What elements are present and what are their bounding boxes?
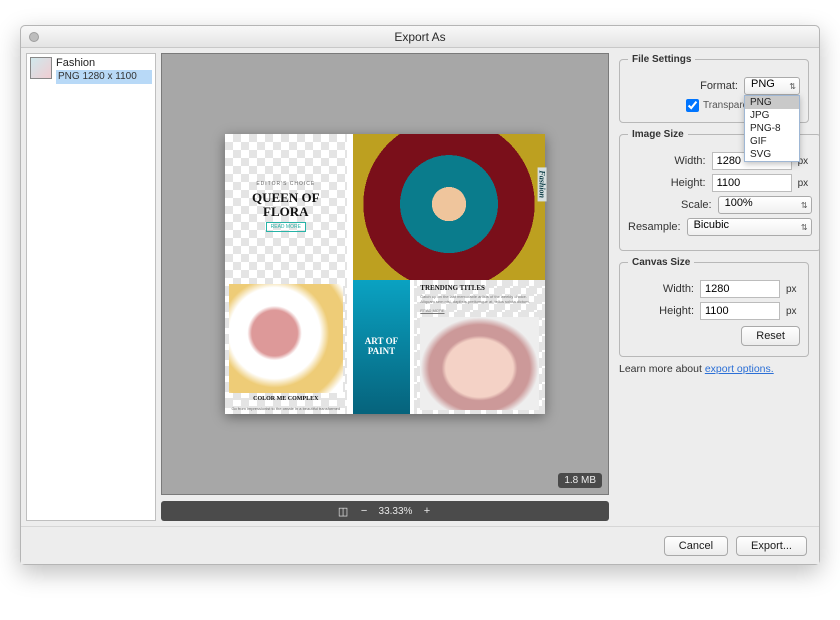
art-tile-trending-title: TRENDING TITLES [414, 280, 545, 292]
export-as-dialog: Export As Fashion PNG 1280 x 1100 EDITOR… [20, 25, 820, 565]
format-dropdown[interactable]: PNG JPG PNG-8 GIF SVG [744, 95, 800, 162]
learn-link[interactable]: export options. [705, 363, 774, 375]
image-scale-select[interactable]: 100% [718, 196, 812, 214]
unit-px: px [786, 284, 800, 295]
format-select-wrap[interactable]: PNG ⇅ PNG JPG PNG-8 GIF SVG [744, 77, 800, 95]
art-tile-trending: TRENDING TITLES Catch up on the last mem… [410, 280, 545, 414]
file-settings-legend: File Settings [628, 54, 695, 65]
export-button[interactable]: Export... [736, 536, 807, 556]
art-tile-color-image [229, 284, 343, 393]
art-side-label: Fashion [538, 167, 547, 201]
window-title: Export As [21, 30, 819, 44]
unit-px: px [786, 306, 800, 317]
format-option-png[interactable]: PNG [745, 96, 799, 109]
preview-canvas[interactable]: EDITOR'S CHOICE QUEEN OF FLORA READ MORE… [161, 53, 609, 495]
canvas-tool-icon[interactable]: ◫ [337, 505, 350, 518]
preview-artwork: EDITOR'S CHOICE QUEEN OF FLORA READ MORE… [225, 134, 545, 414]
asset-thumb [30, 57, 52, 79]
learn-prefix: Learn more about [619, 363, 705, 375]
image-height-label: Height: [671, 177, 706, 189]
canvas-height-row: Height: px [628, 302, 800, 320]
image-scale-label: Scale: [681, 199, 712, 211]
format-option-gif[interactable]: GIF [745, 135, 799, 148]
format-row: Format: PNG ⇅ PNG JPG PNG-8 GIF SVG [628, 77, 800, 95]
art-hero-title: QUEEN OF FLORA [231, 191, 341, 218]
canvas-height-input[interactable] [700, 302, 780, 320]
image-resample-row: Resample: Bicubic ⇅ [628, 218, 812, 236]
art-tile-trending-cta: READ MORE [414, 306, 545, 315]
format-option-png8[interactable]: PNG-8 [745, 122, 799, 135]
format-label: Format: [700, 80, 738, 92]
image-height-row: Height: px [628, 174, 812, 192]
canvas-reset-row: Reset [628, 326, 800, 346]
asset-list: Fashion PNG 1280 x 1100 [26, 53, 156, 521]
art-hero-cta: READ MORE [266, 222, 306, 232]
art-tile-trending-face [420, 317, 539, 410]
titlebar[interactable]: Export As [21, 26, 819, 48]
art-tile-color: COLOR ME COMPLEX Go from impressionist t… [225, 280, 347, 414]
image-resample-select[interactable]: Bicubic [687, 218, 812, 236]
art-tile-photo: Fashion [347, 134, 545, 280]
asset-format-line: PNG 1280 x 1100 [56, 70, 152, 84]
canvas-size-legend: Canvas Size [628, 257, 694, 268]
zoom-out-icon[interactable]: − [358, 505, 371, 518]
learn-more: Learn more about export options. [619, 363, 809, 375]
art-tile-color-title: COLOR ME COMPLEX [225, 393, 347, 406]
file-settings-group: File Settings Format: PNG ⇅ PNG JPG PNG-… [619, 54, 809, 123]
zoom-value[interactable]: 33.33% [379, 506, 413, 517]
image-height-input[interactable] [712, 174, 792, 192]
format-option-jpg[interactable]: JPG [745, 109, 799, 122]
preview-toolbar: ◫ − 33.33% + [161, 501, 609, 521]
image-scale-select-wrap[interactable]: 100% ⇅ [718, 196, 812, 214]
dialog-body: Fashion PNG 1280 x 1100 EDITOR'S CHOICE … [21, 48, 819, 526]
canvas-width-input[interactable] [700, 280, 780, 298]
zoom-in-icon[interactable]: + [420, 505, 433, 518]
asset-item[interactable]: Fashion PNG 1280 x 1100 [29, 56, 153, 85]
settings-panel: File Settings Format: PNG ⇅ PNG JPG PNG-… [609, 48, 819, 526]
preview-panel: EDITOR'S CHOICE QUEEN OF FLORA READ MORE… [161, 53, 609, 521]
canvas-width-label: Width: [663, 283, 694, 295]
art-tile-artofpaint: ART OF PAINT [353, 280, 411, 414]
art-tile-color-sub: Go from impressionist to the ornate in a… [225, 406, 347, 414]
transparency-checkbox[interactable] [686, 99, 699, 112]
art-tile-trending-copy: Catch up on the last memorable artists o… [414, 292, 545, 306]
image-width-label: Width: [674, 155, 705, 167]
image-scale-row: Scale: 100% ⇅ [628, 196, 812, 214]
asset-name: Fashion [56, 57, 152, 69]
art-tile-bottom-row: ART OF PAINT TRENDING TITLES Catch up on… [347, 280, 545, 414]
image-resample-select-wrap[interactable]: Bicubic ⇅ [687, 218, 812, 236]
canvas-height-label: Height: [659, 305, 694, 317]
image-resample-label: Resample: [628, 221, 681, 233]
filesize-badge: 1.8 MB [558, 473, 602, 488]
format-option-svg[interactable]: SVG [745, 148, 799, 161]
cancel-button[interactable]: Cancel [664, 536, 728, 556]
image-size-legend: Image Size [628, 129, 688, 140]
canvas-size-group: Canvas Size Width: px Height: px Reset [619, 257, 809, 357]
unit-px: px [798, 178, 812, 189]
dialog-footer: Cancel Export... [21, 526, 819, 564]
format-select[interactable]: PNG [744, 77, 800, 95]
asset-meta: Fashion PNG 1280 x 1100 [56, 57, 152, 84]
art-tile-hero: EDITOR'S CHOICE QUEEN OF FLORA READ MORE [225, 134, 347, 280]
reset-button[interactable]: Reset [741, 326, 800, 346]
canvas-width-row: Width: px [628, 280, 800, 298]
art-eyebrow: EDITOR'S CHOICE [256, 181, 315, 187]
